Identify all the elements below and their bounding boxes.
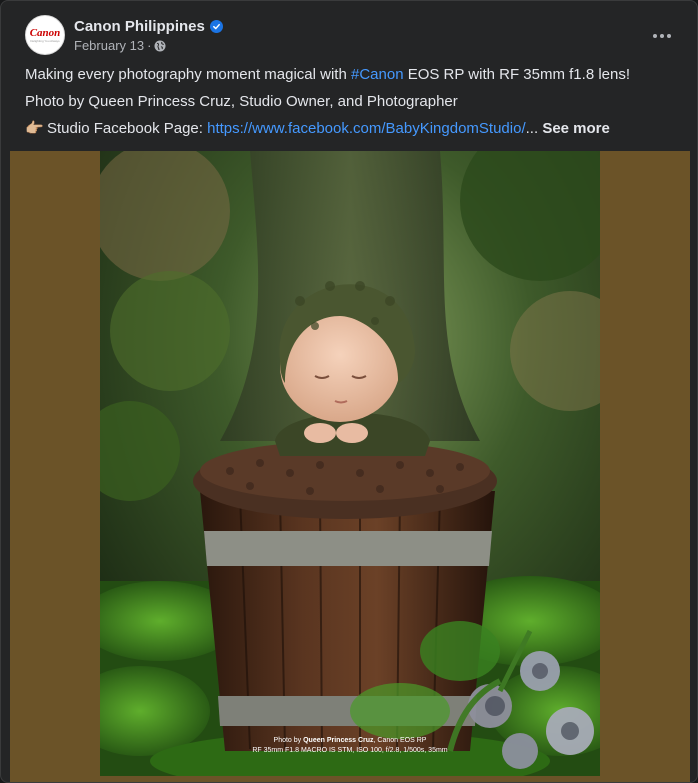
post-meta: Canon Philippines February 13 ·: [74, 17, 223, 54]
menu-dot: [667, 34, 671, 38]
caption-line-1: Photo by Queen Princess Cruz, Canon EOS …: [100, 736, 600, 746]
caption-photographer: Queen Princess Cruz: [303, 737, 374, 744]
hashtag-link[interactable]: #Canon: [351, 66, 404, 83]
menu-dot: [653, 34, 657, 38]
post-header: Canon Delighting You Always Canon Philip…: [25, 15, 223, 55]
canon-logo-text: Canon: [29, 26, 61, 39]
studio-page-link[interactable]: https://www.facebook.com/BabyKingdomStud…: [207, 120, 526, 137]
caption-prefix: Photo by: [273, 737, 304, 744]
newborn-photo-illustration: [100, 151, 600, 776]
post-text: Making every photography moment magical …: [25, 65, 675, 146]
post-photo[interactable]: Photo by Queen Princess Cruz, Canon EOS …: [100, 151, 600, 776]
post-text-line-3: 👉🏼 Studio Facebook Page: https://www.face…: [25, 119, 675, 139]
page-name-link[interactable]: Canon Philippines: [74, 17, 205, 37]
menu-dot: [660, 34, 664, 38]
canon-logo-tagline: Delighting You Always: [30, 38, 60, 43]
ellipsis: ...: [525, 120, 539, 137]
pointing-hand-emoji: 👉🏼: [25, 120, 44, 137]
avatar[interactable]: Canon Delighting You Always: [25, 15, 65, 55]
photo-caption: Photo by Queen Princess Cruz, Canon EOS …: [100, 736, 600, 756]
post-date-link[interactable]: February 13: [74, 38, 144, 54]
text-segment: EOS RP with RF 35mm f1.8 lens!: [403, 66, 631, 83]
text-segment: Making every photography moment magical …: [25, 66, 351, 83]
globe-icon[interactable]: [154, 40, 166, 52]
more-options-icon[interactable]: [647, 21, 677, 51]
caption-line-2: RF 35mm F1.8 MACRO IS STM, ISO 100, f/2.…: [252, 747, 448, 754]
post-media[interactable]: Photo by Queen Princess Cruz, Canon EOS …: [10, 151, 690, 782]
meta-separator: ·: [147, 37, 152, 53]
post-text-line-1: Making every photography moment magical …: [25, 65, 675, 85]
facebook-post-card: Canon Delighting You Always Canon Philip…: [0, 0, 698, 783]
timestamp-row: February 13 ·: [74, 38, 223, 54]
post-text-line-2: Photo by Queen Princess Cruz, Studio Own…: [25, 93, 458, 110]
text-segment: Studio Facebook Page:: [47, 120, 208, 137]
caption-camera: , Canon EOS RP: [373, 737, 427, 744]
name-row: Canon Philippines: [74, 17, 223, 37]
see-more-button[interactable]: See more: [542, 120, 610, 137]
verified-badge-icon: [209, 20, 223, 33]
